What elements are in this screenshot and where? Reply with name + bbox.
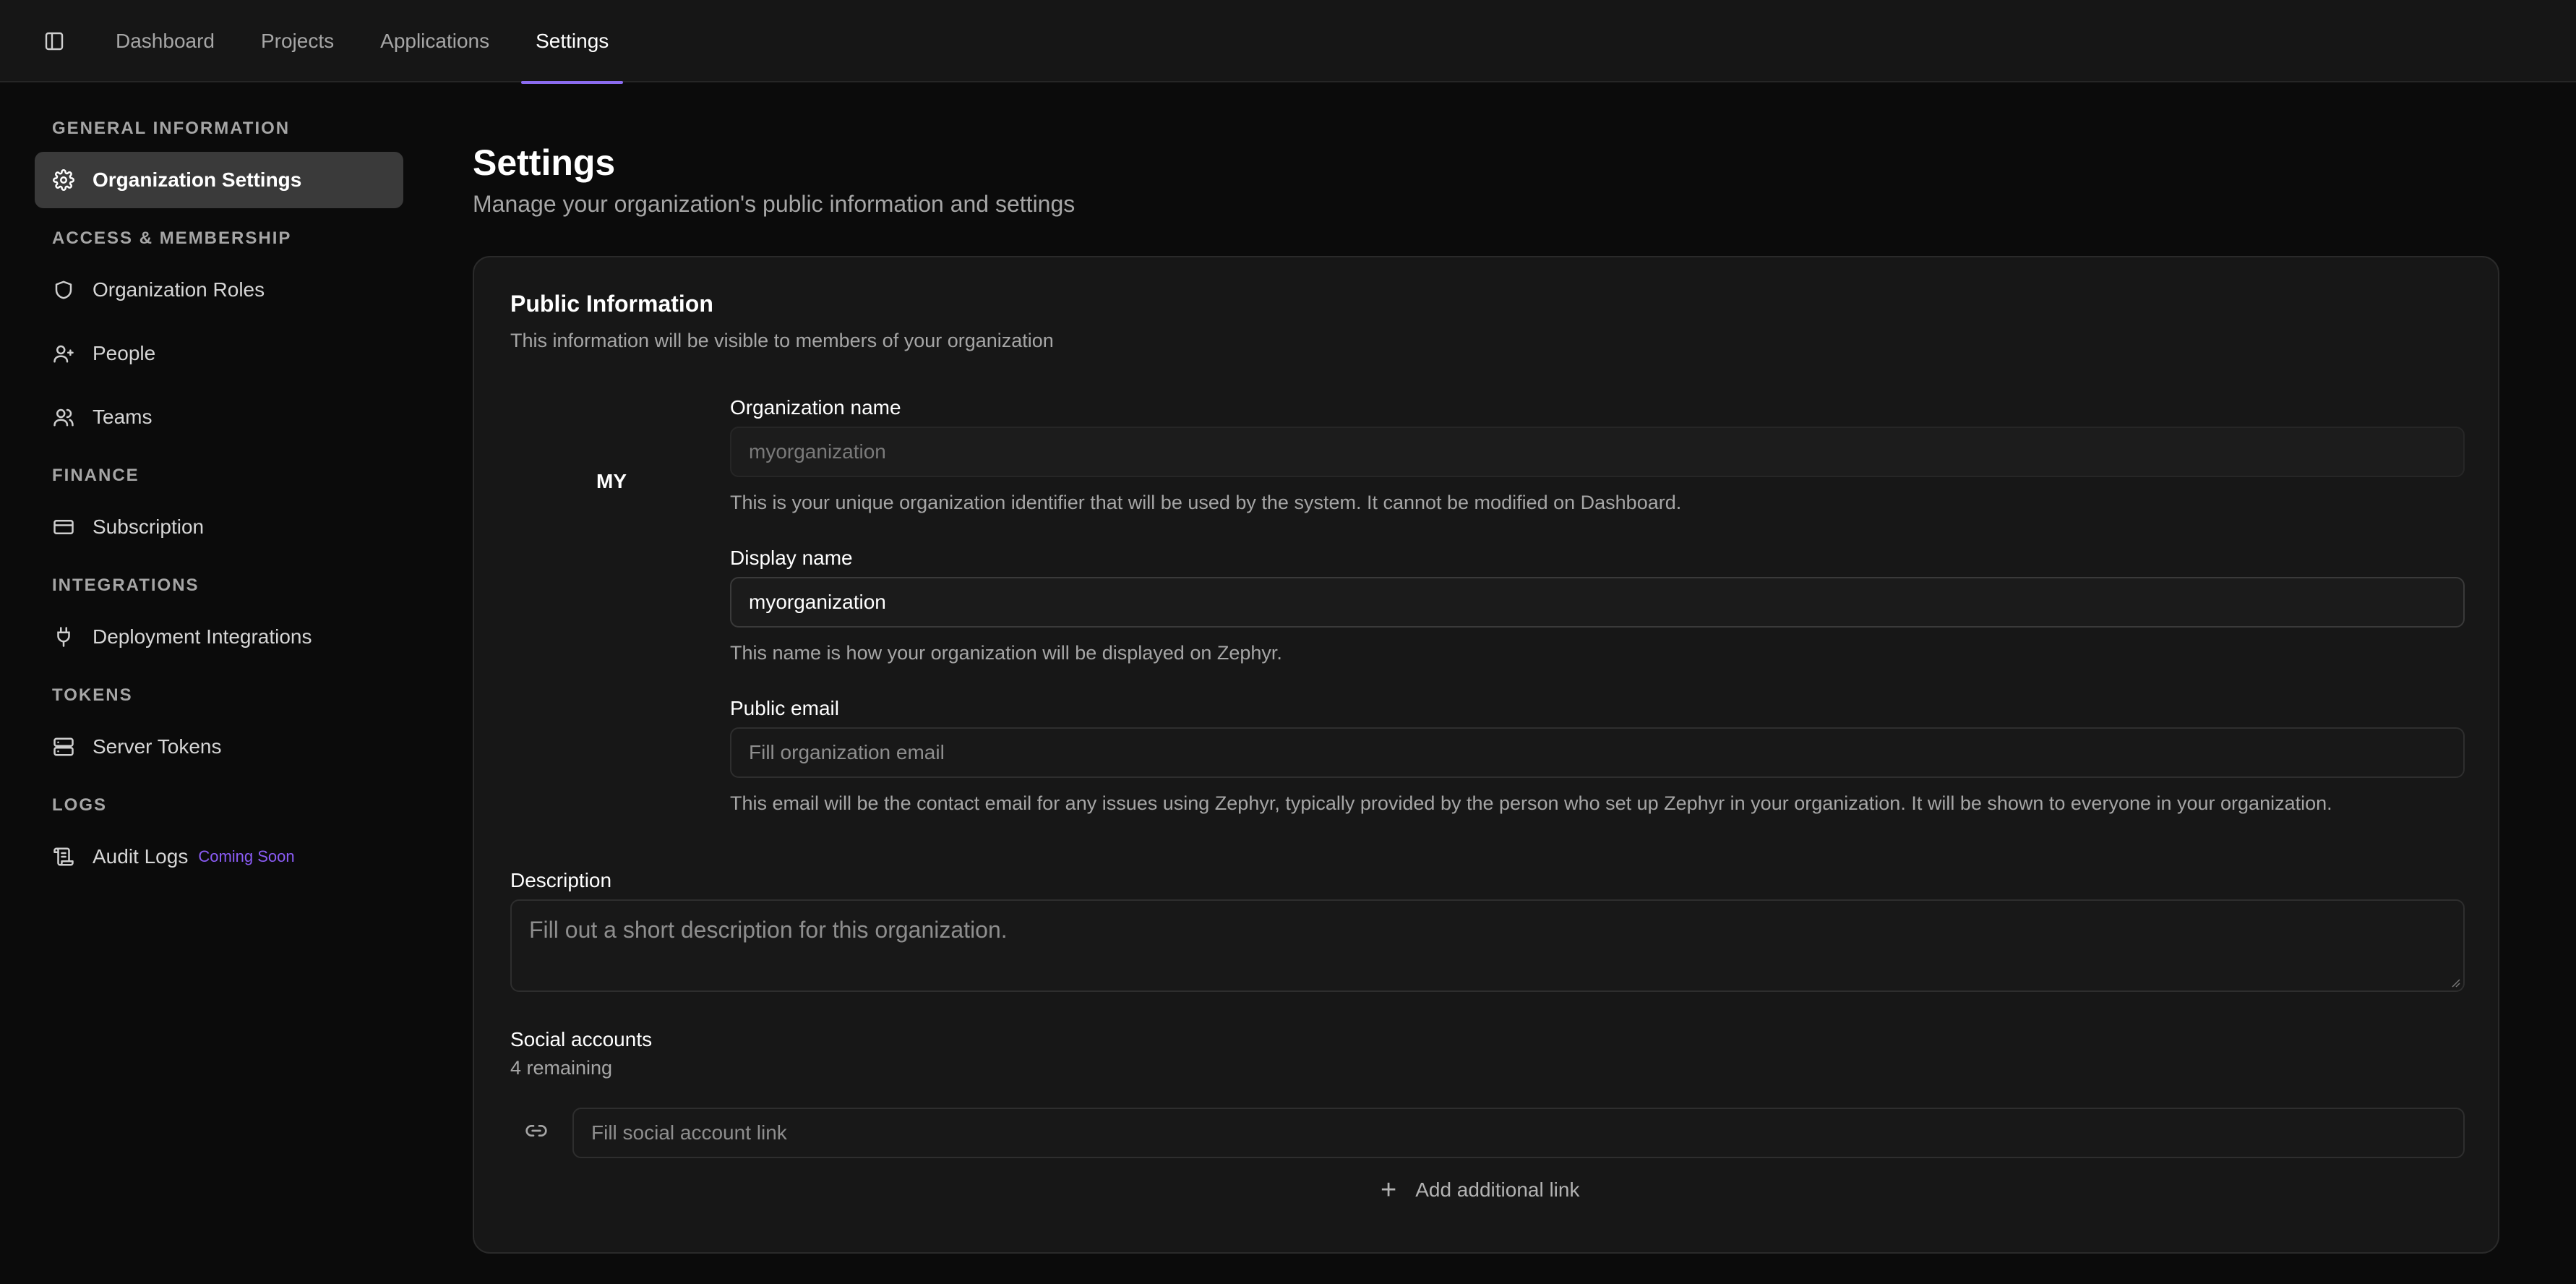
sidebar-item-deployment-integrations[interactable]: Deployment Integrations [35,609,403,665]
credit-card-icon [52,515,75,539]
sidebar-toggle-icon[interactable] [43,30,65,52]
server-icon [52,735,75,758]
org-name-label: Organization name [730,396,901,419]
sidebar-item-organization-roles[interactable]: Organization Roles [35,262,403,318]
sidebar-item-label: People [93,342,156,364]
sidebar: GENERAL INFORMATION Organization Setting… [0,84,434,1284]
user-icon [52,342,75,365]
add-link-label: Add additional link [1415,1178,1580,1201]
display-name-input[interactable]: myorganization [730,577,2465,628]
sidebar-item-label: Subscription [93,515,205,538]
sidebar-item-label: Organization Roles [93,278,265,301]
shield-icon [52,278,75,301]
tab-applications[interactable]: Applications [366,0,504,82]
sidebar-item-people[interactable]: People [35,325,403,382]
section-integrations: INTEGRATIONS [52,575,199,595]
section-access-membership: ACCESS & MEMBERSHIP [52,228,292,248]
social-account-input[interactable]: Fill social account link [572,1108,2465,1158]
section-general-information: GENERAL INFORMATION [52,119,291,138]
top-navigation: Dashboard Projects Applications Settings [0,0,2576,84]
coming-soon-badge: Coming Soon [198,847,295,865]
tab-projects[interactable]: Projects [246,0,348,82]
sidebar-item-label: Deployment Integrations [93,625,312,648]
resize-handle-icon[interactable] [2450,977,2460,988]
plus-icon: + [1381,1175,1397,1205]
description-textarea[interactable]: Fill out a short description for this or… [510,899,2465,992]
social-remaining: 4 remaining [510,1057,613,1079]
page-title: Settings [473,142,616,183]
add-additional-link-button[interactable]: + Add additional link [1381,1176,1579,1204]
sidebar-item-teams[interactable]: Teams [35,389,403,445]
public-email-input[interactable]: Fill organization email [730,727,2465,778]
org-name-help: This is your unique organization identif… [730,492,1682,513]
display-name-label: Display name [730,547,853,569]
sidebar-item-label: Teams [93,406,153,428]
sidebar-item-organization-settings[interactable]: Organization Settings [35,152,403,208]
page-subtitle: Manage your organization's public inform… [473,191,1076,217]
section-finance: FINANCE [52,466,139,485]
users-icon [52,406,75,429]
card-title: Public Information [510,291,713,317]
sidebar-item-server-tokens[interactable]: Server Tokens [35,719,403,775]
gear-icon [52,168,75,192]
nav-tabs: Dashboard Projects Applications Settings [101,0,640,84]
org-name-input[interactable]: myorganization [730,427,2465,477]
tab-dashboard[interactable]: Dashboard [101,0,229,82]
public-email-help: This email will be the contact email for… [730,792,2332,814]
plug-icon [52,625,75,649]
section-logs: LOGS [52,795,108,815]
sidebar-item-label: Server Tokens [93,735,222,758]
sidebar-item-audit-logs[interactable]: Audit Logs Coming Soon [35,829,403,885]
section-tokens: TOKENS [52,685,133,705]
description-placeholder: Fill out a short description for this or… [529,917,1008,943]
public-information-card: Public Information This information will… [473,256,2499,1254]
display-name-help: This name is how your organization will … [730,642,1282,664]
public-email-label: Public email [730,697,839,719]
sidebar-item-subscription[interactable]: Subscription [35,499,403,555]
description-label: Description [510,869,612,891]
social-accounts-label: Social accounts [510,1028,653,1050]
sidebar-item-label: Audit Logs [93,845,189,868]
link-icon [522,1116,551,1145]
organization-avatar[interactable]: MY [583,467,640,496]
card-description: This information will be visible to memb… [510,330,1054,351]
scroll-icon [52,845,75,868]
tab-settings[interactable]: Settings [521,0,624,84]
sidebar-item-label: Organization Settings [93,168,302,191]
